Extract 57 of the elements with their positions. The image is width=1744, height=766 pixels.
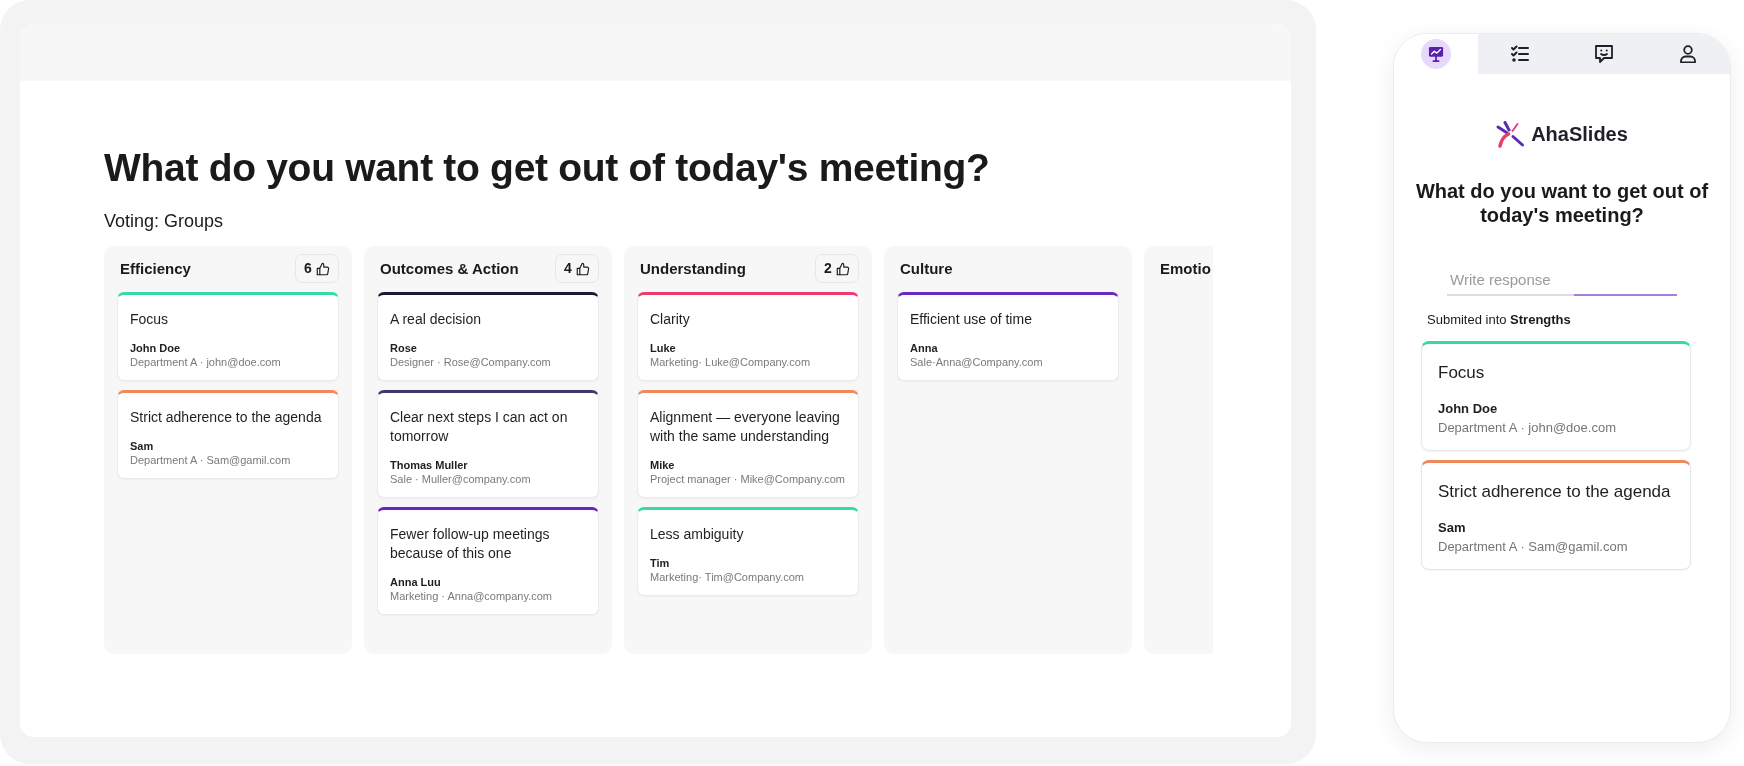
submitted-note: Submited into Strengths <box>1427 311 1571 329</box>
like-button[interactable]: 2 <box>815 254 859 283</box>
logo-text: AhaSlides <box>1531 122 1628 147</box>
author-name: John Doe <box>130 341 181 355</box>
response-text: Alignment — everyone leaving with the same understanding <box>650 408 841 446</box>
author-details: Department A · Sam@gamil.com <box>1438 539 1628 555</box>
author-name: Thomas Muller <box>390 458 468 472</box>
author-name: Sam <box>1438 520 1466 536</box>
response-text: Less ambiguity <box>650 525 745 544</box>
author-name: Mike <box>650 458 675 472</box>
response-text: Focus <box>1438 362 1485 384</box>
group-title: Understanding <box>639 258 746 279</box>
author-name: Anna <box>910 341 938 355</box>
like-button[interactable]: 4 <box>555 254 599 283</box>
burst-logo-icon <box>1496 120 1526 148</box>
question-text: What do you want to get out of today's meeting? <box>1414 179 1710 227</box>
group-title: Emotio <box>1159 258 1211 279</box>
checklist-icon <box>1511 45 1529 63</box>
author-details: Marketing· Luke@Company.com <box>650 355 811 369</box>
author-name: Luke <box>650 341 676 355</box>
nav-tab[interactable] <box>1394 34 1478 74</box>
author-details: Marketing· Tim@Company.com <box>650 570 804 584</box>
group-title: Outcomes & Action <box>379 258 519 279</box>
presentation-icon <box>1421 39 1451 69</box>
response-text: Strict adherence to the agenda <box>130 408 323 427</box>
like-button[interactable]: 6 <box>295 254 339 283</box>
author-name: John Doe <box>1438 401 1498 417</box>
slide-subtitle: Voting: Groups <box>104 210 224 233</box>
thumbs-up-icon <box>835 261 850 276</box>
response-text: Strict adherence to the agenda <box>1438 481 1671 503</box>
author-details: Project manager · Mike@Company.com <box>650 472 845 486</box>
thumbs-up-icon <box>575 261 590 276</box>
thumbs-up-icon <box>315 261 330 276</box>
response-text: Focus <box>130 310 170 329</box>
author-name: Sam <box>130 439 154 453</box>
author-details: Department A · john@doe.com <box>130 355 281 369</box>
user-icon <box>1679 45 1697 63</box>
response-text: Clarity <box>650 310 691 329</box>
author-name: Anna Luu <box>390 575 441 589</box>
author-details: Sale·Anna@Company.com <box>910 355 1043 369</box>
author-name: Rose <box>390 341 417 355</box>
response-text: Fewer follow-up meetings because of this one <box>390 525 551 563</box>
group-title: Culture <box>899 258 953 279</box>
author-details: Sale · Muller@company.com <box>390 472 531 486</box>
author-details: Department A · john@doe.com <box>1438 420 1616 436</box>
nav-tab[interactable] <box>1478 34 1562 74</box>
author-details: Marketing · Anna@company.com <box>390 589 552 603</box>
nav-tab[interactable] <box>1646 34 1730 74</box>
author-details: Designer · Rose@Company.com <box>390 355 551 369</box>
group-title: Efficiency <box>119 258 191 279</box>
author-details: Department A · Sam@gamil.com <box>130 453 291 467</box>
response-text: Efficient use of time <box>910 310 1033 329</box>
slide-title: What do you want to get out of today's meeting? <box>104 145 990 191</box>
chat-icon <box>1595 45 1613 63</box>
response-text: Clear next steps I can act on tomorrow <box>390 408 569 446</box>
author-name: Tim <box>650 556 670 570</box>
response-text: A real decision <box>390 310 483 329</box>
